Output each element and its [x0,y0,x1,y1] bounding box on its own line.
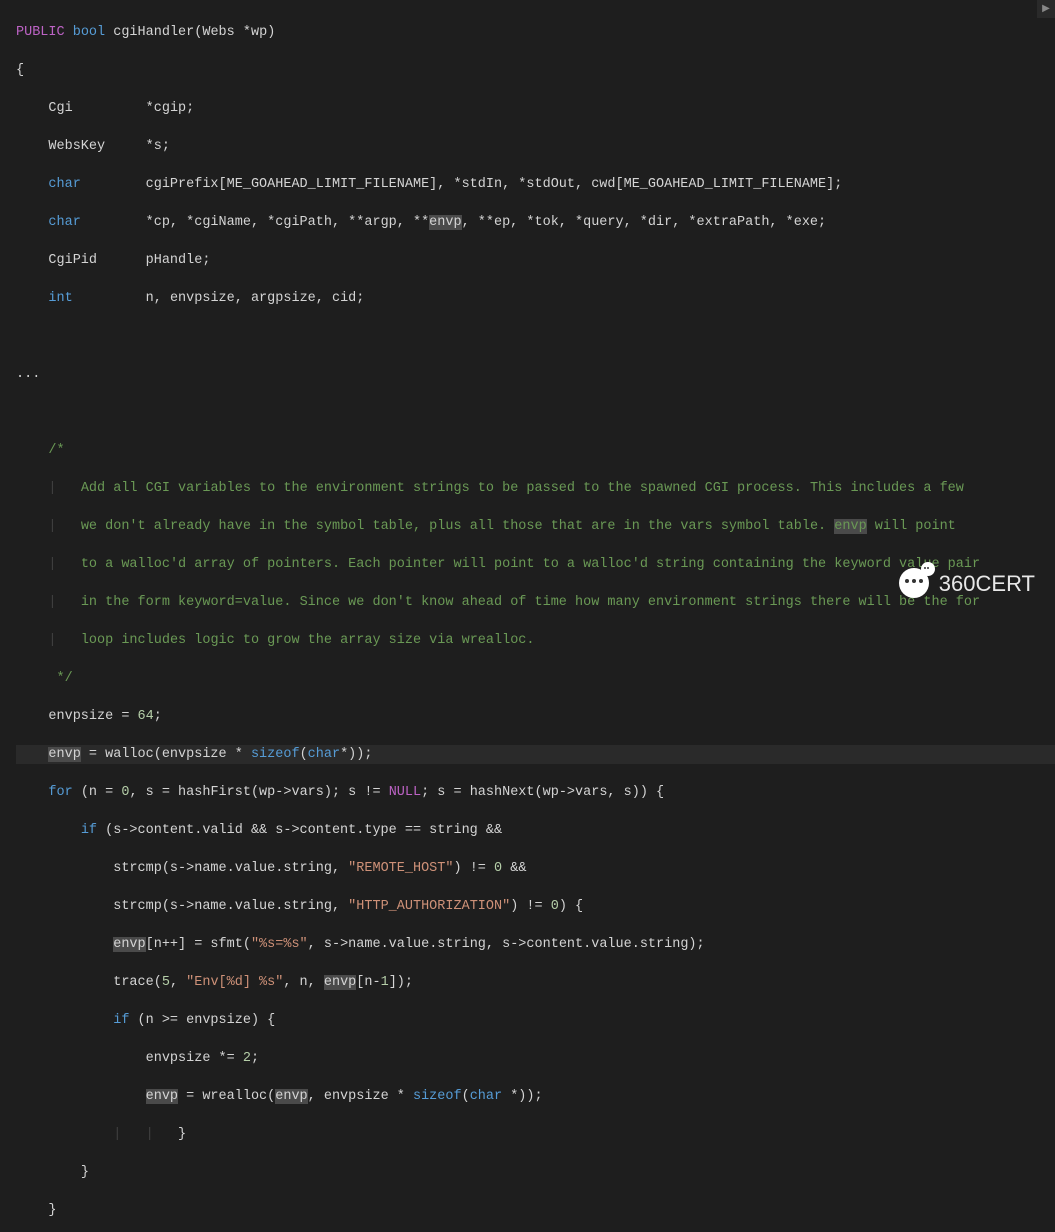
code-ellipsis: ... [16,365,1055,384]
code-line: envp = wrealloc(envp, envpsize * sizeof(… [16,1087,1055,1106]
code-line: Cgi *cgip; [16,99,1055,118]
code-line: } [16,1163,1055,1182]
code-line: | we don't already have in the symbol ta… [16,517,1055,536]
code-line: | Add all CGI variables to the environme… [16,479,1055,498]
code-line: } [16,1201,1055,1220]
code-line: envpsize = 64; [16,707,1055,726]
code-line: strcmp(s->name.value.string, "HTTP_AUTHO… [16,897,1055,916]
watermark-text: 360CERT [939,574,1035,593]
code-line [16,403,1055,422]
code-line: envpsize *= 2; [16,1049,1055,1068]
code-line: /* [16,441,1055,460]
code-line: int n, envpsize, argpsize, cid; [16,289,1055,308]
code-line [16,327,1055,346]
code-line: WebsKey *s; [16,137,1055,156]
code-line: char cgiPrefix[ME_GOAHEAD_LIMIT_FILENAME… [16,175,1055,194]
code-line: if (n >= envpsize) { [16,1011,1055,1030]
code-line: trace(5, "Env[%d] %s", n, envp[n-1]); [16,973,1055,992]
code-line: strcmp(s->name.value.string, "REMOTE_HOS… [16,859,1055,878]
code-line: PUBLIC bool cgiHandler(Webs *wp) [16,23,1055,42]
code-editor[interactable]: PUBLIC bool cgiHandler(Webs *wp) { Cgi *… [0,0,1055,1232]
scroll-right-icon[interactable]: ▶ [1037,0,1055,18]
code-line: envp = walloc(envpsize * sizeof(char*)); [16,745,1055,764]
code-line: | loop includes logic to grow the array … [16,631,1055,650]
watermark: 360CERT [899,568,1035,598]
code-line: */ [16,669,1055,688]
code-line: envp[n++] = sfmt("%s=%s", s->name.value.… [16,935,1055,954]
code-line: | | } [16,1125,1055,1144]
code-line: { [16,61,1055,80]
chat-icon [899,568,929,598]
code-line: for (n = 0, s = hashFirst(wp->vars); s !… [16,783,1055,802]
code-line: if (s->content.valid && s->content.type … [16,821,1055,840]
code-line: CgiPid pHandle; [16,251,1055,270]
code-line: char *cp, *cgiName, *cgiPath, **argp, **… [16,213,1055,232]
